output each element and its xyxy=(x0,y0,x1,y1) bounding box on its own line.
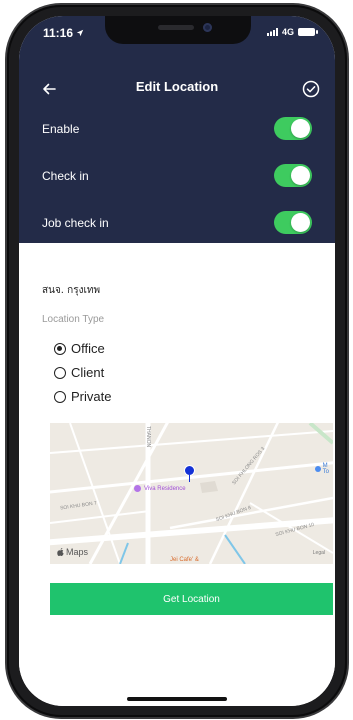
radio-button[interactable] xyxy=(54,390,66,403)
poi-name-partial: M To xyxy=(322,463,329,475)
check-in-toggle[interactable] xyxy=(274,164,312,187)
maps-logo: Maps xyxy=(57,547,88,557)
toggle-label-enable: Enable xyxy=(42,122,80,136)
front-camera xyxy=(203,23,212,32)
place-name: สนจ. กรุงเทพ xyxy=(42,285,101,296)
toggle-knob xyxy=(291,119,310,138)
radio-button-checked[interactable] xyxy=(54,342,66,355)
check-circle-icon xyxy=(302,80,320,98)
network-type: 4G xyxy=(281,27,294,37)
poi-name: Viva Residence xyxy=(144,485,186,492)
status-time: 11:16 xyxy=(43,26,84,40)
speaker-grille xyxy=(158,25,194,30)
status-indicators: 4G xyxy=(266,27,318,37)
road-label: THANON xyxy=(145,426,151,448)
toggle-row-job-check-in: Job check in xyxy=(19,200,335,246)
radio-label-client: Client xyxy=(71,365,105,380)
screen: 11:16 4G Edit Location Enable Check in J… xyxy=(19,16,335,706)
done-button[interactable] xyxy=(299,77,323,101)
content-area: สนจ. กรุงเทพ Location Type Office Client… xyxy=(19,243,335,706)
navbar: Edit Location xyxy=(19,74,335,104)
battery-icon xyxy=(298,28,318,36)
location-pin-icon xyxy=(185,466,194,475)
poi-marker[interactable]: Viva Residence xyxy=(134,485,186,492)
location-arrow-icon xyxy=(76,29,84,37)
status-time-label: 11:16 xyxy=(43,26,74,40)
maps-label: Maps xyxy=(66,547,89,557)
phone-frame: 11:16 4G Edit Location Enable Check in J… xyxy=(7,5,347,717)
location-pin-stem xyxy=(189,475,190,482)
job-check-in-toggle[interactable] xyxy=(274,211,312,234)
legal-link[interactable]: Legal xyxy=(313,550,325,556)
enable-toggle[interactable] xyxy=(274,117,312,140)
poi-icon xyxy=(134,485,141,492)
radio-client[interactable]: Client xyxy=(54,365,104,380)
location-type-label: Location Type xyxy=(42,314,105,325)
apple-icon xyxy=(57,547,64,556)
toggle-label-job-check-in: Job check in xyxy=(42,216,109,230)
radio-office[interactable]: Office xyxy=(54,341,105,356)
home-indicator[interactable] xyxy=(127,697,227,701)
toggle-row-check-in: Check in xyxy=(19,153,335,199)
radio-label-office: Office xyxy=(71,341,105,356)
cafe-label: Jei Cafe' & xyxy=(170,557,199,563)
notch xyxy=(105,16,251,44)
signal-icon xyxy=(266,28,278,36)
map-view[interactable]: THANON SOI KHLONG ROS 3 SOI KHU BON 7 SO… xyxy=(50,423,333,564)
poi-marker[interactable]: M To xyxy=(314,463,329,475)
radio-label-private: Private xyxy=(71,389,112,404)
poi-icon xyxy=(314,466,321,472)
get-location-button[interactable]: Get Location xyxy=(50,583,333,615)
map-roads xyxy=(50,423,333,564)
radio-private[interactable]: Private xyxy=(54,389,111,404)
toggle-label-check-in: Check in xyxy=(42,169,89,183)
page-title: Edit Location xyxy=(135,79,219,94)
toggle-knob xyxy=(291,213,310,232)
toggle-knob xyxy=(291,166,310,185)
toggle-row-enable: Enable xyxy=(19,106,335,152)
header-area: 11:16 4G Edit Location Enable Check in J… xyxy=(19,16,335,243)
radio-button[interactable] xyxy=(54,366,66,379)
